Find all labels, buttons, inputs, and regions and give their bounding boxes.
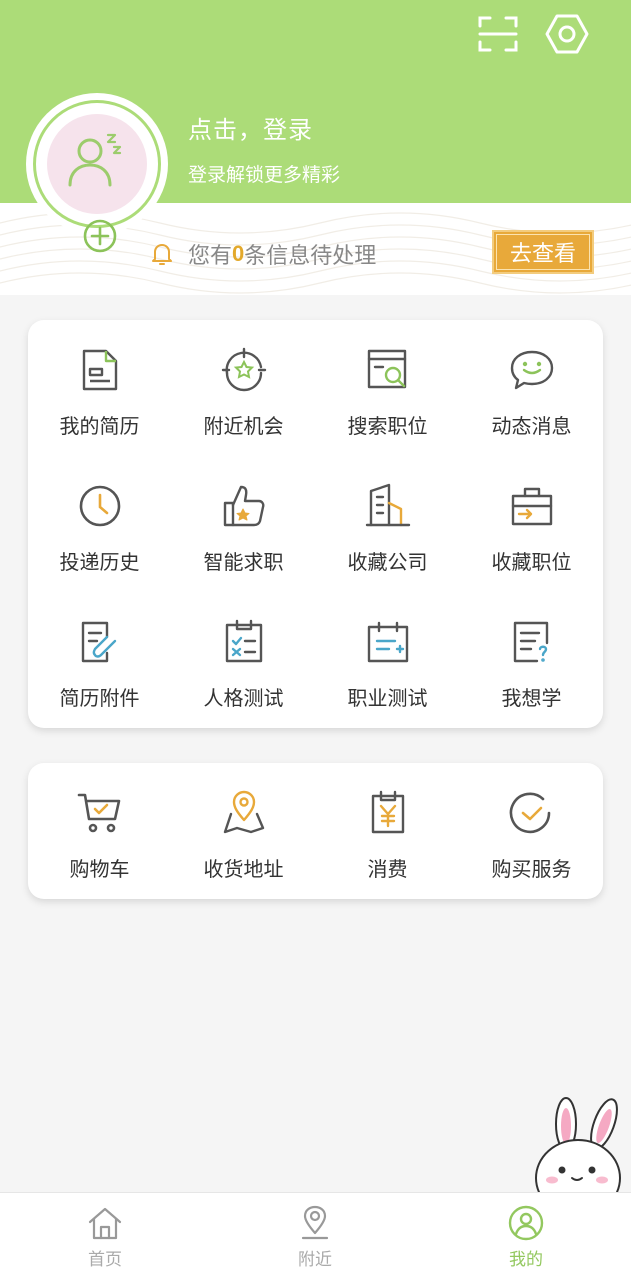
menu-item-messages[interactable]: 动态消息 xyxy=(460,346,603,456)
chat-bubble-icon xyxy=(508,346,556,394)
menu-item-personality-test[interactable]: 人格测试 xyxy=(172,618,315,728)
menu-item-resume-attachment[interactable]: 简历附件 xyxy=(28,618,171,728)
menu-item-label: 购买服务 xyxy=(491,859,572,881)
tab-label: 附近 xyxy=(298,1250,332,1269)
menu-item-career-test[interactable]: 职业测试 xyxy=(316,618,459,728)
shopping-services-card: 购物车 收货地址 消费 购买服务 xyxy=(28,763,603,899)
location-icon xyxy=(295,1203,335,1243)
bottom-tab-bar: 首页 附近 我的 xyxy=(0,1192,631,1280)
menu-item-label: 搜索职位 xyxy=(347,416,428,438)
briefcase-icon xyxy=(508,482,556,530)
notice-count: 0 xyxy=(232,241,245,266)
clock-icon xyxy=(76,482,124,530)
avatar[interactable] xyxy=(47,114,147,214)
checklist-icon xyxy=(220,618,268,666)
menu-item-search-job[interactable]: 搜索职位 xyxy=(316,346,459,456)
yen-clipboard-icon xyxy=(364,789,412,837)
menu-item-label: 投递历史 xyxy=(59,552,140,574)
menu-item-delivery-history[interactable]: 投递历史 xyxy=(28,482,171,592)
profile-icon xyxy=(506,1203,546,1243)
menu-item-cart[interactable]: 购物车 xyxy=(28,789,171,899)
sleeping-user-icon xyxy=(62,127,132,202)
menu-item-label: 购物车 xyxy=(69,859,130,881)
tab-label: 首页 xyxy=(88,1250,122,1269)
menu-item-label: 简历附件 xyxy=(59,688,140,710)
building-icon xyxy=(364,482,412,530)
menu-item-nearby[interactable]: 附近机会 xyxy=(172,346,315,456)
view-messages-button[interactable]: 去查看 xyxy=(492,230,594,274)
menu-item-label: 动态消息 xyxy=(491,416,572,438)
add-avatar-button[interactable] xyxy=(82,218,118,254)
menu-item-consumption[interactable]: 消费 xyxy=(316,789,459,899)
message-notice: 您有 0 条信息待处理 xyxy=(150,238,376,270)
resume-icon xyxy=(76,346,124,394)
menu-item-address[interactable]: 收货地址 xyxy=(172,789,315,899)
search-job-icon xyxy=(364,346,412,394)
menu-item-label: 我想学 xyxy=(501,688,562,710)
menu-item-smart-job[interactable]: 智能求职 xyxy=(172,482,315,592)
tab-home[interactable]: 首页 xyxy=(35,1193,175,1280)
menu-item-label: 职业测试 xyxy=(347,688,428,710)
menu-item-want-to-learn[interactable]: 我想学 xyxy=(460,618,603,728)
menu-item-label: 收藏公司 xyxy=(347,552,428,574)
map-pin-icon xyxy=(220,789,268,837)
menu-item-label: 人格测试 xyxy=(203,688,284,710)
settings-hexagon-icon xyxy=(545,12,589,61)
thumbs-up-icon xyxy=(220,482,268,530)
plus-circle-icon xyxy=(82,219,118,258)
bunny-mascot[interactable] xyxy=(532,1096,631,1217)
notice-suffix: 条信息待处理 xyxy=(244,243,377,268)
menu-item-my-resume[interactable]: 我的简历 xyxy=(28,346,171,456)
scan-icon xyxy=(476,14,520,59)
login-subtitle: 登录解锁更多精彩 xyxy=(188,165,341,186)
job-services-card: 我的简历 附近机会 搜索职位 动态消息 投递历史 智能求职 收藏公司 收藏职位 … xyxy=(28,320,603,728)
menu-item-label: 消费 xyxy=(367,859,408,881)
scan-button[interactable] xyxy=(474,12,522,60)
menu-item-label: 收货地址 xyxy=(203,859,284,881)
bell-icon xyxy=(150,241,174,267)
login-title[interactable]: 点击，登录 xyxy=(188,110,313,145)
calendar-test-icon xyxy=(364,618,412,666)
menu-item-label: 收藏职位 xyxy=(491,552,572,574)
menu-item-purchase-service[interactable]: 购买服务 xyxy=(460,789,603,899)
menu-item-label: 附近机会 xyxy=(203,416,284,438)
tab-nearby[interactable]: 附近 xyxy=(245,1193,385,1280)
menu-item-favorite-company[interactable]: 收藏公司 xyxy=(316,482,459,592)
menu-item-label: 我的简历 xyxy=(59,416,140,438)
nearby-target-icon xyxy=(220,346,268,394)
menu-item-favorite-position[interactable]: 收藏职位 xyxy=(460,482,603,592)
tab-mine[interactable]: 我的 xyxy=(456,1193,596,1280)
cart-icon xyxy=(76,789,124,837)
avatar-ring xyxy=(26,93,168,235)
attachment-icon xyxy=(76,618,124,666)
notice-prefix: 您有 xyxy=(188,243,233,268)
check-circle-icon xyxy=(508,789,556,837)
menu-item-label: 智能求职 xyxy=(203,552,284,574)
home-icon xyxy=(85,1203,125,1243)
question-doc-icon xyxy=(508,618,556,666)
settings-button[interactable] xyxy=(543,12,591,60)
tab-label: 我的 xyxy=(509,1250,543,1269)
